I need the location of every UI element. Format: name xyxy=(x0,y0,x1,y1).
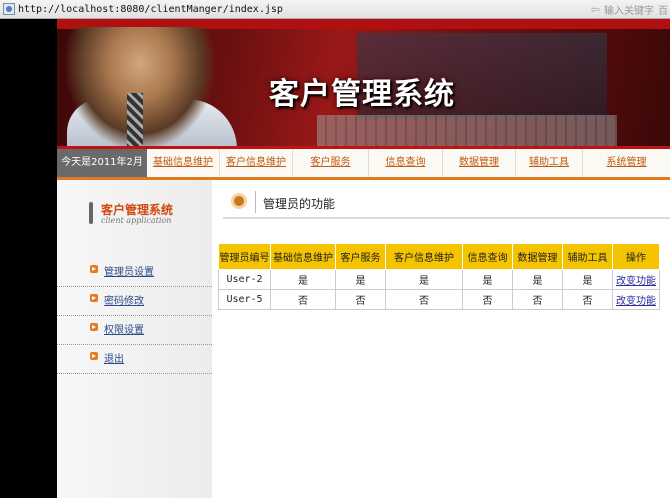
person-tie-graphic xyxy=(127,93,143,149)
go-button[interactable]: 百 xyxy=(658,2,668,17)
banner-title: 客户管理系统 xyxy=(269,77,455,112)
keyboard-graphic xyxy=(317,115,617,149)
left-frame xyxy=(0,19,57,498)
heading-divider xyxy=(255,191,256,213)
cell-data-manage: 否 xyxy=(512,289,563,310)
cell-client-info: 否 xyxy=(385,289,463,310)
nav-item-client-service[interactable]: 客户服务 xyxy=(293,149,369,177)
nav-item-info-query[interactable]: 信息查询 xyxy=(369,149,443,177)
change-function-link[interactable]: 改变功能 xyxy=(616,276,656,287)
url-field[interactable]: http://localhost:8080/clientManger/index… xyxy=(18,4,283,15)
cell-client-service: 否 xyxy=(335,289,386,310)
back-arrow-icon[interactable]: ⇦ xyxy=(591,3,600,16)
arrow-bullet-icon xyxy=(90,265,98,273)
section-heading: 管理员的功能 xyxy=(223,187,670,219)
cell-client-info: 是 xyxy=(385,269,463,290)
sidebar-item-label[interactable]: 管理员设置 xyxy=(104,263,154,278)
page-title: 管理员的功能 xyxy=(263,197,336,211)
nav-item-basic-info[interactable]: 基础信息维护 xyxy=(147,149,220,177)
col-header-basic-info: 基础信息维护 xyxy=(270,243,336,270)
sidebar: 客户管理系统 client application 管理员设置 密码修改 权限设… xyxy=(57,180,212,498)
sidebar-logo-subtitle: client application xyxy=(101,216,172,225)
cell-basic-info: 是 xyxy=(270,269,336,290)
search-input[interactable]: 输入关键字 xyxy=(604,2,654,17)
sidebar-item-label[interactable]: 权限设置 xyxy=(104,321,144,336)
arrow-bullet-icon xyxy=(90,352,98,360)
date-label: 今天是2011年2月23日 xyxy=(57,149,147,196)
sidebar-item-label[interactable]: 密码修改 xyxy=(104,292,144,307)
cell-action: 改变功能 xyxy=(612,289,660,310)
permissions-table: 管理员编号 基础信息维护 客户服务 客户信息维护 信息查询 数据管理 辅助工具 … xyxy=(218,243,660,310)
cell-admin-id: User-5 xyxy=(218,289,271,310)
cell-tools: 否 xyxy=(562,289,613,310)
address-bar[interactable]: http://localhost:8080/clientManger/index… xyxy=(0,0,670,19)
cell-info-query: 是 xyxy=(462,269,513,290)
cell-client-service: 是 xyxy=(335,269,386,290)
cell-action: 改变功能 xyxy=(612,269,660,290)
nav-item-tools[interactable]: 辅助工具 xyxy=(516,149,583,177)
col-header-client-service: 客户服务 xyxy=(335,243,386,270)
page-icon xyxy=(3,3,15,15)
circle-target-icon xyxy=(231,193,247,209)
sidebar-item-permissions[interactable]: 权限设置 xyxy=(57,316,212,345)
cell-admin-id: User-2 xyxy=(218,269,271,290)
col-header-admin-id: 管理员编号 xyxy=(218,243,271,270)
arrow-bullet-icon xyxy=(90,323,98,331)
cell-basic-info: 否 xyxy=(270,289,336,310)
table-row: User-5 否 否 否 否 否 否 改变功能 xyxy=(218,289,660,310)
sidebar-item-logout[interactable]: 退出 xyxy=(57,345,212,374)
arrow-bullet-icon xyxy=(90,294,98,302)
sidebar-item-password[interactable]: 密码修改 xyxy=(57,287,212,316)
table-header-row: 管理员编号 基础信息维护 客户服务 客户信息维护 信息查询 数据管理 辅助工具 … xyxy=(218,243,660,270)
sidebar-item-label[interactable]: 退出 xyxy=(104,350,124,365)
col-header-action: 操作 xyxy=(612,243,660,270)
cell-tools: 是 xyxy=(562,269,613,290)
col-header-tools: 辅助工具 xyxy=(562,243,613,270)
nav-item-system[interactable]: 系统管理 xyxy=(583,149,670,177)
header-banner: 客户管理系统 xyxy=(57,19,670,149)
col-header-info-query: 信息查询 xyxy=(462,243,513,270)
col-header-client-info: 客户信息维护 xyxy=(385,243,463,270)
col-header-data-manage: 数据管理 xyxy=(512,243,563,270)
sidebar-logo-bar xyxy=(89,202,93,224)
nav-item-data-manage[interactable]: 数据管理 xyxy=(443,149,516,177)
search-tools: ⇦ 输入关键字 百 xyxy=(591,2,668,17)
table-row: User-2 是 是 是 是 是 是 改变功能 xyxy=(218,269,660,290)
sidebar-item-admin-settings[interactable]: 管理员设置 xyxy=(57,258,212,287)
cell-info-query: 否 xyxy=(462,289,513,310)
cell-data-manage: 是 xyxy=(512,269,563,290)
nav-item-client-info[interactable]: 客户信息维护 xyxy=(220,149,293,177)
top-nav: 今天是2011年2月23日 基础信息维护 客户信息维护 客户服务 信息查询 数据… xyxy=(57,149,670,196)
change-function-link[interactable]: 改变功能 xyxy=(616,296,656,307)
